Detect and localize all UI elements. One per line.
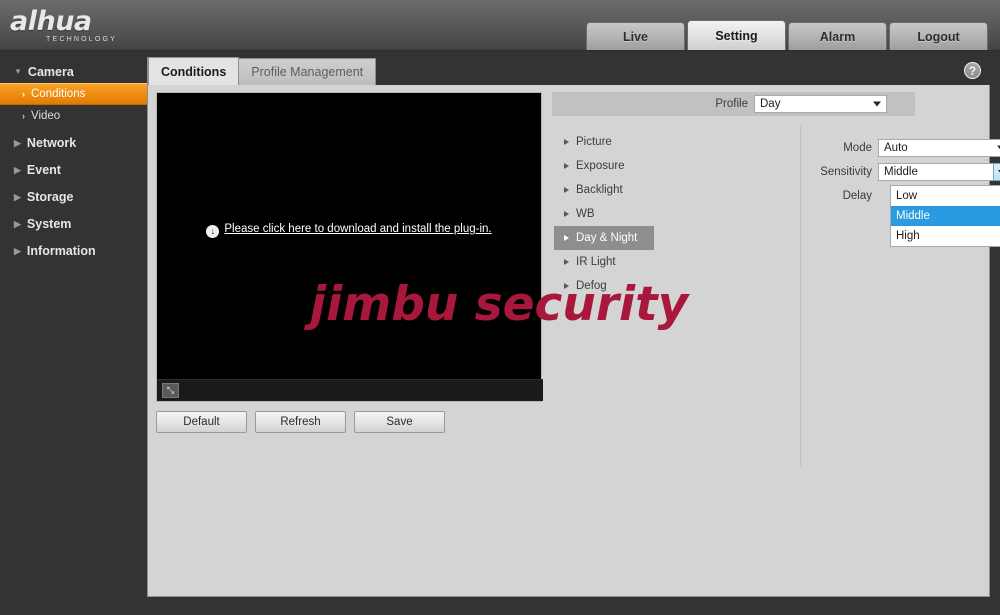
caret-right-icon bbox=[564, 139, 569, 145]
chevron-right-icon: › bbox=[22, 88, 25, 99]
sidebar-label-storage: Storage bbox=[26, 190, 74, 204]
dahua-web-ui: alhua TECHNOLOGY Live Setting Alarm Logo… bbox=[0, 0, 1000, 615]
caret-right-icon: ▶ bbox=[14, 245, 21, 256]
submenu-item-exposure[interactable]: Exposure bbox=[554, 154, 654, 178]
dahua-logo: alhua TECHNOLOGY bbox=[8, 4, 148, 46]
submenu-label-picture: Picture bbox=[576, 136, 612, 148]
sensitivity-label: Sensitivity bbox=[820, 166, 872, 178]
caret-right-icon: ▶ bbox=[14, 137, 21, 148]
logo-tagline: TECHNOLOGY bbox=[46, 35, 118, 43]
mode-select[interactable]: Auto bbox=[878, 139, 1000, 157]
caret-right-icon: ▶ bbox=[14, 164, 21, 175]
caret-right-icon bbox=[564, 211, 569, 217]
main-nav-tabs: Live Setting Alarm Logout bbox=[586, 20, 988, 50]
sensitivity-row: Sensitivity Middle bbox=[810, 160, 1000, 184]
download-icon: ↓ bbox=[206, 225, 220, 238]
sidebar-item-event[interactable]: ▶ Event bbox=[0, 159, 147, 181]
sidebar-item-network[interactable]: ▶ Network bbox=[0, 132, 147, 154]
sidebar-label-video: Video bbox=[31, 110, 61, 122]
dropdown-option-high[interactable]: High bbox=[891, 226, 1000, 246]
submenu-label-wb: WB bbox=[576, 208, 595, 220]
submenu-item-ir-light[interactable]: IR Light bbox=[554, 250, 654, 274]
refresh-button[interactable]: Refresh bbox=[255, 411, 346, 433]
sidebar-label-information: Information bbox=[26, 244, 96, 258]
submenu-item-defog[interactable]: Defog bbox=[554, 274, 654, 298]
submenu-item-backlight[interactable]: Backlight bbox=[554, 178, 654, 202]
sensitivity-select-value: Middle bbox=[884, 166, 918, 178]
submenu-label-day-night: Day & Night bbox=[576, 232, 638, 244]
caret-right-icon: ▶ bbox=[14, 218, 21, 229]
profile-row: Profile Day bbox=[552, 92, 915, 116]
nav-tab-live[interactable]: Live bbox=[586, 22, 685, 50]
profile-select-value: Day bbox=[760, 98, 781, 110]
chevron-right-icon: › bbox=[22, 110, 25, 121]
default-button[interactable]: Default bbox=[156, 411, 247, 433]
nav-tab-logout[interactable]: Logout bbox=[889, 22, 988, 50]
action-button-row: Default Refresh Save bbox=[156, 411, 445, 433]
video-preview: ↓ Please click here to download and insta… bbox=[156, 92, 543, 402]
submenu-item-picture[interactable]: Picture bbox=[554, 130, 654, 154]
sidebar-item-conditions[interactable]: › Conditions bbox=[0, 83, 147, 105]
sidebar-label-conditions: Conditions bbox=[31, 88, 86, 100]
caret-right-icon bbox=[564, 283, 569, 289]
sidebar-label-system: System bbox=[26, 217, 72, 231]
sidebar-label-camera: Camera bbox=[27, 65, 74, 79]
delay-label: Delay bbox=[842, 190, 872, 202]
submenu-item-day-night[interactable]: Day & Night bbox=[554, 226, 654, 250]
save-button[interactable]: Save bbox=[354, 411, 445, 433]
content-tab-bar: Conditions Profile Management ? bbox=[148, 57, 991, 85]
submenu-label-ir-light: IR Light bbox=[576, 256, 616, 268]
plugin-message: Please click here to download and instal… bbox=[224, 223, 492, 235]
caret-down-icon: ▼ bbox=[14, 67, 22, 76]
settings-submenu: Picture Exposure Backlight WB Day & Nigh… bbox=[554, 130, 654, 298]
content-panel: Conditions Profile Management ? ↓ Please … bbox=[147, 57, 1000, 597]
submenu-label-exposure: Exposure bbox=[576, 160, 625, 172]
sidebar-item-video[interactable]: › Video bbox=[0, 105, 147, 127]
chevron-down-icon[interactable] bbox=[993, 163, 1000, 181]
tab-profile-management[interactable]: Profile Management bbox=[238, 58, 377, 85]
profile-select[interactable]: Day bbox=[754, 95, 887, 113]
sensitivity-dropdown-list: Low Middle High bbox=[890, 185, 1000, 247]
sidebar-item-system[interactable]: ▶ System bbox=[0, 213, 147, 235]
dropdown-option-middle[interactable]: Middle bbox=[891, 206, 1000, 226]
mode-label: Mode bbox=[843, 142, 872, 154]
nav-tab-alarm[interactable]: Alarm bbox=[788, 22, 887, 50]
video-toolbar: ⤡ bbox=[157, 379, 543, 401]
help-icon[interactable]: ? bbox=[964, 62, 981, 79]
submenu-label-defog: Defog bbox=[576, 280, 607, 292]
caret-right-icon bbox=[564, 163, 569, 169]
caret-right-icon: ▶ bbox=[14, 191, 21, 202]
mode-select-value: Auto bbox=[884, 142, 908, 154]
settings-pane: Profile Day Picture Exposure Backlight W… bbox=[552, 92, 1000, 512]
caret-right-icon bbox=[564, 259, 569, 265]
caret-right-icon bbox=[564, 235, 569, 241]
settings-divider bbox=[800, 126, 801, 466]
sidebar-label-event: Event bbox=[26, 163, 61, 177]
caret-right-icon bbox=[564, 187, 569, 193]
fullscreen-icon[interactable]: ⤡ bbox=[162, 383, 179, 398]
sidebar-item-information[interactable]: ▶ Information bbox=[0, 240, 147, 262]
sidebar-item-camera[interactable]: ▼ Camera bbox=[0, 61, 147, 83]
app-header: alhua TECHNOLOGY Live Setting Alarm Logo… bbox=[0, 0, 1000, 51]
logo-wordmark: alhua bbox=[10, 5, 92, 37]
profile-label: Profile bbox=[715, 98, 748, 110]
mode-row: Mode Auto bbox=[810, 136, 1000, 160]
sensitivity-select[interactable]: Middle bbox=[878, 163, 1000, 181]
plugin-download-link[interactable]: ↓ Please click here to download and insta… bbox=[157, 223, 541, 238]
nav-tab-setting[interactable]: Setting bbox=[687, 20, 786, 50]
chevron-down-icon bbox=[873, 101, 881, 107]
submenu-label-backlight: Backlight bbox=[576, 184, 623, 196]
sidebar-nav: ▼ Camera › Conditions › Video ▶ Network … bbox=[0, 51, 147, 615]
sidebar-label-network: Network bbox=[26, 136, 77, 150]
sidebar-item-storage[interactable]: ▶ Storage bbox=[0, 186, 147, 208]
submenu-item-wb[interactable]: WB bbox=[554, 202, 654, 226]
tab-conditions[interactable]: Conditions bbox=[148, 57, 240, 85]
dropdown-option-low[interactable]: Low bbox=[891, 186, 1000, 206]
